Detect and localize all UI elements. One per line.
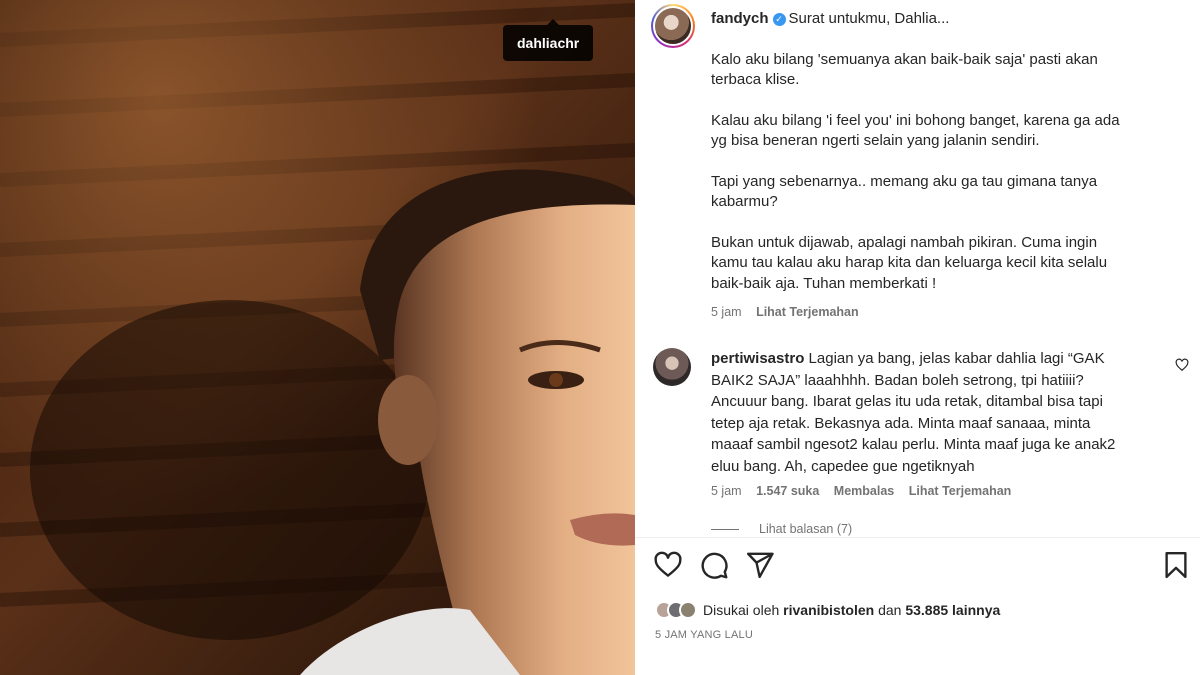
author-username[interactable]: fandych — [711, 10, 769, 27]
comment-translate-link[interactable]: Lihat Terjemahan — [909, 484, 1012, 498]
portrait-image — [0, 0, 635, 675]
caption-paragraph: Kalau aku bilang 'i feel you' ini bohong… — [711, 111, 1120, 150]
liked-by-text: Disukai oleh rivanibistolen dan 53.885 l… — [703, 602, 1000, 618]
post-photo[interactable]: dahliachr — [0, 0, 635, 675]
view-replies[interactable]: Lihat balasan (7) — [711, 522, 852, 536]
comments-scroll-area[interactable]: fandych ✓ Surat untukmu, Dahlia... Kalo ak… — [635, 0, 1200, 536]
comment-text: Lagian ya bang, jelas kabar dahlia lagi … — [711, 350, 1116, 475]
liked-by-count[interactable]: 53.885 lainnya — [905, 602, 1000, 618]
caption-time: 5 jam — [711, 305, 742, 319]
caption-meta: 5 jam Lihat Terjemahan — [711, 305, 870, 319]
comment-reply-button[interactable]: Membalas — [834, 484, 894, 498]
comment-body: pertiwisastro Lagian ya bang, jelas kaba… — [711, 348, 1131, 477]
post-timestamp[interactable]: 5 JAM YANG LALU — [655, 629, 753, 641]
commenter-avatar[interactable] — [653, 348, 691, 386]
caption-translate-link[interactable]: Lihat Terjemahan — [756, 305, 859, 319]
caption-intro: Surat untukmu, Dahlia... — [788, 10, 950, 27]
instagram-post-view: dahliachr fandych ✓ Surat untukmu, Dahlia.… — [0, 0, 1200, 675]
send-icon[interactable] — [745, 550, 775, 580]
user-tag-dahliachr[interactable]: dahliachr — [503, 19, 594, 61]
replies-line — [711, 529, 739, 531]
caption-paragraph: Tapi yang sebenarnya.. memang aku ga tau… — [711, 172, 1098, 211]
caption-paragraph: Bukan untuk dijawab, apalagi nambah piki… — [711, 233, 1108, 292]
liked-by-and: dan — [874, 602, 906, 618]
heart-icon[interactable] — [653, 550, 683, 580]
verified-badge-icon: ✓ — [772, 13, 786, 26]
likes-summary: Disukai oleh rivanibistolen dan 53.885 l… — [655, 601, 1000, 619]
author-avatar-image — [653, 6, 693, 46]
liked-by-user[interactable]: rivanibistolen — [783, 602, 874, 618]
comment-icon[interactable] — [699, 550, 729, 580]
comment-like-heart-icon[interactable] — [1175, 358, 1189, 372]
bookmark-icon[interactable] — [1161, 550, 1191, 580]
comment-meta: 5 jam 1.547 suka Membalas Lihat Terjemah… — [711, 484, 1022, 498]
section-divider — [635, 537, 1200, 538]
caption-paragraph: Kalo aku bilang 'semuanya akan baik-baik… — [711, 50, 1098, 89]
post-detail-panel: fandych ✓ Surat untukmu, Dahlia... Kalo ak… — [635, 0, 1200, 675]
view-replies-label: Lihat balasan (7) — [759, 522, 853, 536]
commenter-username[interactable]: pertiwisastro — [711, 350, 804, 367]
comment-like-count[interactable]: 1.547 suka — [756, 484, 819, 498]
liker-avatar — [679, 601, 697, 619]
liked-by-prefix: Disukai oleh — [703, 602, 784, 618]
user-tag-label: dahliachr — [517, 35, 580, 51]
action-bar — [635, 550, 1200, 586]
post-caption: fandych ✓ Surat untukmu, Dahlia... Kalo ak… — [711, 9, 1131, 294]
comment-time: 5 jam — [711, 484, 742, 498]
author-avatar[interactable] — [651, 4, 695, 48]
